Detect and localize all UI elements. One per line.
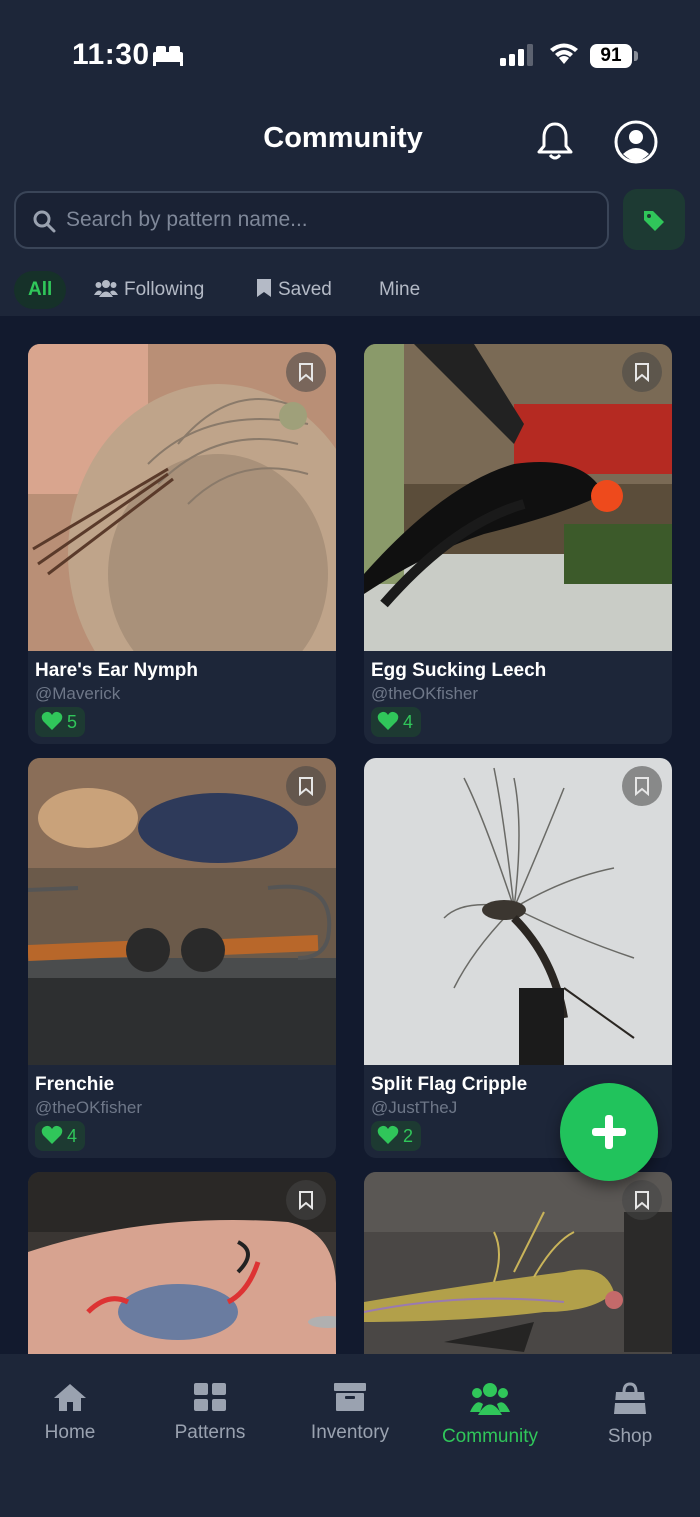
like-button[interactable]: 5: [35, 707, 86, 737]
heart-icon: [377, 1125, 399, 1144]
pattern-author[interactable]: @Maverick: [35, 684, 120, 704]
profile-icon[interactable]: [614, 120, 658, 169]
pattern-title: Hare's Ear Nymph: [35, 660, 198, 681]
save-bookmark-button[interactable]: [286, 766, 326, 806]
plus-icon: [592, 1115, 626, 1149]
bookmark-icon: [635, 1191, 649, 1210]
add-pattern-button[interactable]: [560, 1083, 658, 1181]
heart-icon: [377, 711, 399, 730]
pattern-title: Frenchie: [35, 1074, 115, 1095]
grid-icon: [194, 1383, 226, 1411]
like-button[interactable]: 4: [371, 707, 422, 737]
nav-community-label: Community: [441, 1426, 539, 1447]
nav-patterns-label: Patterns: [174, 1422, 246, 1443]
search-input[interactable]: [66, 203, 586, 237]
bookmark-icon: [257, 279, 271, 297]
bookmark-icon: [299, 363, 313, 382]
status-bar: 11:30 91: [0, 36, 700, 80]
nav-patterns[interactable]: Patterns: [140, 1382, 280, 1444]
save-bookmark-button[interactable]: [622, 1180, 662, 1220]
wifi-icon: [548, 42, 580, 71]
pattern-author[interactable]: @theOKfisher: [35, 1098, 142, 1118]
home-icon: [54, 1384, 86, 1411]
tab-mine[interactable]: Mine: [379, 271, 420, 309]
bookmark-icon: [299, 1191, 313, 1210]
pattern-photo: [28, 758, 336, 1065]
sleep-focus-icon: [152, 44, 184, 71]
save-bookmark-button[interactable]: [286, 352, 326, 392]
nav-shop-label: Shop: [607, 1426, 653, 1447]
nav-community[interactable]: Community: [420, 1382, 560, 1448]
like-button[interactable]: 2: [371, 1121, 422, 1151]
nav-shop[interactable]: Shop: [560, 1382, 700, 1448]
battery-tip: [634, 51, 638, 61]
bottom-nav: Home Patterns Inventory Community Shop: [0, 1354, 700, 1517]
like-count: 5: [67, 712, 78, 732]
bell-icon[interactable]: [534, 120, 576, 167]
pattern-title: Egg Sucking Leech: [371, 660, 547, 681]
shopping-bag-icon: [614, 1382, 646, 1414]
heart-icon: [41, 711, 63, 730]
pattern-photo: [364, 344, 672, 651]
tag-filter-button[interactable]: [623, 189, 685, 250]
users-icon: [470, 1383, 510, 1415]
pattern-card[interactable]: [28, 1172, 336, 1354]
search-icon: [32, 209, 56, 238]
save-bookmark-button[interactable]: [286, 1180, 326, 1220]
pattern-title: Split Flag Cripple: [371, 1074, 528, 1095]
pattern-card[interactable]: [364, 1172, 672, 1354]
tab-following-label: Following: [124, 279, 205, 300]
search-bar[interactable]: [14, 191, 609, 249]
tab-saved[interactable]: Saved: [256, 271, 332, 309]
tab-all[interactable]: All: [14, 271, 67, 309]
pattern-card[interactable]: Hare's Ear Nymph @Maverick 5: [28, 344, 336, 744]
pattern-card[interactable]: Egg Sucking Leech @theOKfisher 4: [364, 344, 672, 744]
cellular-signal-icon: [500, 44, 536, 71]
save-bookmark-button[interactable]: [622, 352, 662, 392]
like-count: 2: [403, 1126, 414, 1146]
battery-indicator: 91: [590, 44, 632, 68]
tag-icon: [644, 211, 664, 231]
users-icon: [94, 280, 118, 297]
nav-inventory[interactable]: Inventory: [280, 1382, 420, 1444]
pattern-card[interactable]: Frenchie @theOKfisher 4: [28, 758, 336, 1158]
page-title: Community: [263, 122, 423, 154]
bookmark-icon: [635, 363, 649, 382]
status-time: 11:30: [72, 38, 150, 71]
bookmark-icon: [299, 777, 313, 796]
heart-icon: [41, 1125, 63, 1144]
pattern-author[interactable]: @theOKfisher: [371, 684, 478, 704]
save-bookmark-button[interactable]: [622, 766, 662, 806]
bookmark-icon: [635, 777, 649, 796]
pattern-author[interactable]: @JustTheJ: [371, 1098, 457, 1118]
nav-home[interactable]: Home: [0, 1382, 140, 1444]
like-button[interactable]: 4: [35, 1121, 86, 1151]
archive-icon: [334, 1383, 366, 1411]
like-count: 4: [403, 712, 414, 732]
like-count: 4: [67, 1126, 78, 1146]
nav-home-label: Home: [44, 1422, 96, 1443]
header: 11:30 91 Community All Following Sav: [0, 0, 700, 316]
pattern-photo: [364, 758, 672, 1065]
nav-inventory-label: Inventory: [310, 1422, 390, 1443]
tab-saved-label: Saved: [278, 279, 332, 300]
pattern-grid: Hare's Ear Nymph @Maverick 5 Egg Sucking…: [0, 316, 700, 1354]
tab-following[interactable]: Following: [94, 271, 204, 309]
pattern-photo: [28, 344, 336, 651]
